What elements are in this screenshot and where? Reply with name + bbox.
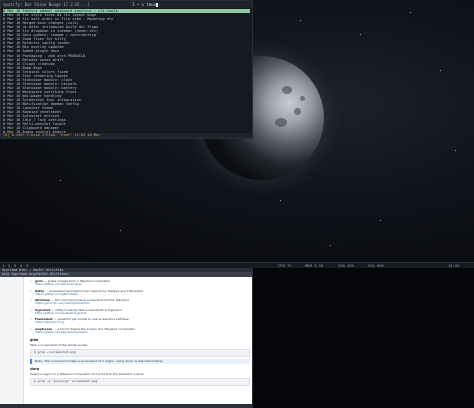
empty-desktop-area xyxy=(253,268,474,408)
section-text-slurp: Select a region in a Wayland compositor … xyxy=(30,371,144,376)
utility-list: grim — grabs images from a Wayland compo… xyxy=(30,279,250,335)
utility-url-link[interactable]: https://flameshot.org xyxy=(35,321,250,325)
page-content: grim — grabs images from a Wayland compo… xyxy=(0,277,252,408)
cursor xyxy=(156,3,159,7)
utility-url-link[interactable]: https://github.com/emersion/grim xyxy=(35,282,250,287)
utility-description: — powerful yet simple to use screenshot … xyxy=(53,317,129,322)
section-text-grim: Take a screenshot of the whole screen: xyxy=(30,342,89,347)
utility-url-link[interactable]: https://github.com/gabm/Satty xyxy=(35,292,250,297)
section-heading-grim: grim xyxy=(30,337,39,342)
utility-item: hyprshot — utility to easily take screen… xyxy=(30,308,250,316)
docs-sidebar xyxy=(0,277,24,408)
section-heading-slurp: slurp xyxy=(30,366,40,371)
utility-url-link[interactable]: https://github.com/Jappie3/wayfreeze xyxy=(35,330,250,335)
utility-url-link[interactable]: https://github.com/Gustash/hyprshot xyxy=(35,311,250,316)
tmux-status-line: [0] 0:zsh* 1:nvim 2:htop- "host" 12:04 1… xyxy=(1,133,252,138)
utility-item: Shotman — the uncompromising screenshot … xyxy=(30,298,250,306)
terminal-title: spotify: Bar Shine Nuage 17.2.8[...] xyxy=(1,1,252,8)
article-body: grim — grabs images from a Wayland compo… xyxy=(30,279,250,388)
code-block-slurp[interactable]: $ grim -g "$(slurp)" screenshot.png xyxy=(30,377,250,386)
browser-statusbar xyxy=(0,404,252,408)
browser-window[interactable]: Hyprland Wiki — Useful Utilities wiki.hy… xyxy=(0,268,253,408)
utility-url-link[interactable]: https://git.sr.ht/~whynothugo/shotman xyxy=(35,302,250,306)
terminal-output[interactable]: # Mar 16 Feature added: keyboard shortcu… xyxy=(1,8,252,140)
prompt-text: 1 ~ ❯ tmux xyxy=(132,2,157,7)
code-block-grim[interactable]: $ grim ~/screenshot.png xyxy=(30,348,250,357)
note-callout: Note: The command to take a screenshot o… xyxy=(30,358,250,364)
utility-item: Satty — screenshot annotation tool inspi… xyxy=(30,289,250,297)
desktop: spotify: Bar Shine Nuage 17.2.8[...] # M… xyxy=(0,0,474,408)
utility-item: wayfreeze — a tool to freeze the screen … xyxy=(30,327,250,335)
terminal-window[interactable]: spotify: Bar Shine Nuage 17.2.8[...] # M… xyxy=(0,0,253,139)
utility-item: Flameshot — powerful yet simple to use s… xyxy=(30,317,250,325)
utility-item: grim — grabs images from a Wayland compo… xyxy=(30,279,250,287)
second-terminal-prompt[interactable]: 1 ~ ❯ tmux xyxy=(132,2,159,7)
terminal-line: # Mar 16 Bluetooth applet xyxy=(3,139,250,140)
